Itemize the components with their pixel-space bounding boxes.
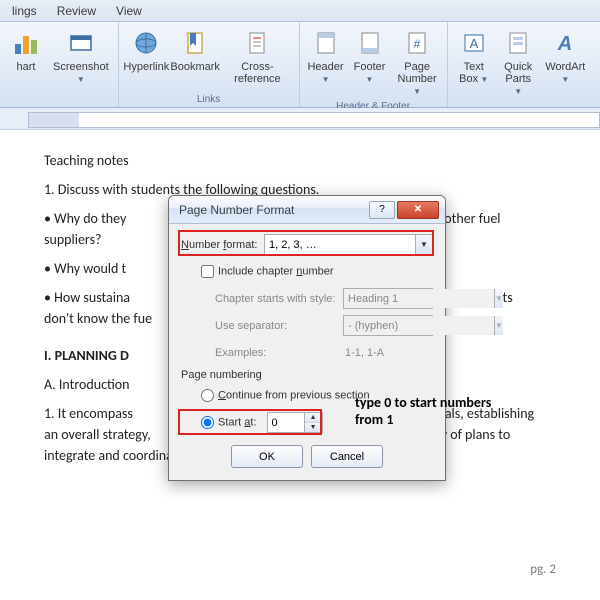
group-links-label: Links (123, 93, 295, 106)
page-numbering-label: Page numbering (181, 369, 433, 381)
footer-label: Footer (354, 61, 386, 73)
dropdown-arrow-icon: ▼ (561, 75, 569, 84)
dropdown-arrow-icon: ▼ (514, 87, 522, 96)
screenshot-button[interactable]: Screenshot ▼ (48, 24, 114, 88)
ok-button[interactable]: OK (231, 445, 303, 468)
drop-cap-icon: A (596, 27, 600, 59)
separator-combo: ▼ (343, 315, 433, 336)
ribbon: hart Screenshot ▼ Hyperlink Bookmark Cros… (0, 22, 600, 108)
chapter-style-input (344, 289, 494, 308)
page-number-label: Page Number (398, 61, 437, 85)
ribbon-group-text: A Text Box ▼ Quick Parts ▼ A WordArt ▼ A … (448, 22, 600, 107)
number-format-combo[interactable]: ▼ (264, 234, 433, 255)
start-at-input[interactable] (268, 413, 304, 432)
bookmark-label: Bookmark (170, 61, 220, 73)
quick-parts-button[interactable]: Quick Parts ▼ (496, 24, 541, 100)
dropdown-arrow-icon[interactable]: ▼ (415, 235, 432, 254)
ribbon-tabs: lings Review View (0, 0, 600, 22)
bookmark-button[interactable]: Bookmark (170, 24, 220, 76)
examples-label: Examples: (215, 347, 345, 359)
doc-line: Teaching notes (44, 150, 556, 171)
hyperlink-label: Hyperlink (123, 61, 169, 73)
ruler[interactable] (28, 112, 600, 128)
chapter-style-combo: ▼ (343, 288, 433, 309)
bookmark-icon (179, 27, 211, 59)
wordart-button[interactable]: A WordArt ▼ (541, 24, 590, 88)
chart-icon (10, 27, 42, 59)
cross-reference-button[interactable]: Cross-reference (220, 24, 294, 88)
start-at-spinner[interactable]: ▲▼ (267, 412, 323, 433)
cross-reference-label: Cross-reference (225, 61, 289, 85)
start-at-radio-label[interactable]: Start at: (201, 416, 257, 429)
dropdown-arrow-icon: ▼ (494, 316, 503, 335)
continue-radio[interactable] (201, 389, 214, 402)
dropdown-arrow-icon: ▼ (478, 75, 488, 84)
close-button[interactable]: ✕ (397, 201, 439, 219)
number-format-input[interactable] (265, 235, 415, 254)
screenshot-label: Screenshot (53, 61, 109, 73)
ribbon-group-links: Hyperlink Bookmark Cross-reference Links (119, 22, 300, 107)
include-chapter-checkbox-label[interactable]: Include chapter number (201, 265, 334, 278)
include-chapter-checkbox[interactable] (201, 265, 214, 278)
help-button[interactable]: ? (369, 201, 395, 219)
dropdown-arrow-icon: ▼ (366, 75, 374, 84)
footer-icon (354, 27, 386, 59)
separator-label: Use separator: (215, 320, 343, 332)
dialog-title-text: Page Number Format (179, 203, 367, 217)
footer-button[interactable]: Footer ▼ (348, 24, 392, 88)
dropdown-arrow-icon: ▼ (322, 75, 330, 84)
header-label: Header (307, 61, 343, 73)
page-number-display: pg. 2 (530, 560, 556, 580)
ruler-area (0, 108, 600, 130)
continue-radio-label[interactable]: Continue from previous section (201, 389, 370, 402)
quick-parts-icon (502, 27, 534, 59)
separator-input (344, 316, 494, 335)
tab-review[interactable]: Review (47, 4, 106, 18)
svg-text:A: A (557, 33, 572, 55)
page-number-format-dialog: Page Number Format ? ✕ NNumber format:um… (168, 195, 446, 481)
text-box-button[interactable]: A Text Box ▼ (452, 24, 496, 88)
start-at-radio[interactable] (201, 416, 214, 429)
page-number-icon: # (401, 27, 433, 59)
chapter-style-label: Chapter starts with style: (215, 293, 343, 305)
spinner-down-icon[interactable]: ▼ (305, 423, 322, 432)
screenshot-icon (65, 27, 97, 59)
tab-view[interactable]: View (106, 4, 152, 18)
spinner-up-icon[interactable]: ▲ (305, 413, 322, 423)
tab-mailings-partial[interactable]: lings (2, 4, 47, 18)
svg-text:A: A (469, 36, 478, 51)
number-format-label: NNumber format:umber format: (181, 239, 264, 251)
quick-parts-label: Quick Parts (504, 61, 532, 85)
examples-value: 1-1, 1-A (345, 347, 384, 359)
ribbon-group-illustrations-partial: hart Screenshot ▼ (0, 22, 119, 107)
page-number-button[interactable]: # Page Number ▼ (392, 24, 443, 100)
wordart-label: WordArt (545, 61, 585, 73)
dialog-titlebar[interactable]: Page Number Format ? ✕ (169, 196, 445, 224)
annotation-text: type 0 to start numbers from 1 (355, 394, 491, 428)
header-icon (310, 27, 342, 59)
text-box-icon: A (458, 27, 490, 59)
wordart-icon: A (549, 27, 581, 59)
chart-button[interactable]: hart (4, 24, 48, 76)
hyperlink-icon (130, 27, 162, 59)
hyperlink-button[interactable]: Hyperlink (123, 24, 170, 76)
cross-reference-icon (241, 27, 273, 59)
cancel-button[interactable]: Cancel (311, 445, 383, 468)
dropdown-arrow-icon: ▼ (494, 289, 503, 308)
dropdown-arrow-icon: ▼ (77, 75, 85, 84)
dropdown-arrow-icon: ▼ (413, 87, 421, 96)
chart-label: hart (17, 61, 36, 73)
svg-text:#: # (414, 37, 421, 51)
header-button[interactable]: Header ▼ (304, 24, 348, 88)
drop-cap-button[interactable]: A Drop Cap (590, 24, 600, 88)
ribbon-group-header-footer: Header▼ Footer▼ # Page Number ▼ Header &… (300, 22, 448, 107)
